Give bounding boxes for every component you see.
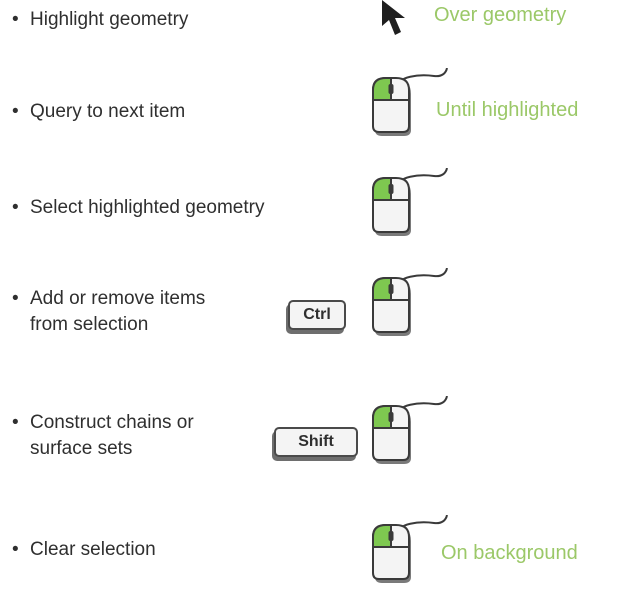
bullet: • [12, 539, 19, 560]
instruction-select-highlighted: • Select highlighted geometry [12, 195, 264, 221]
mouse-left-click-icon [372, 268, 448, 336]
instruction-label: Clear selection [30, 539, 156, 560]
instruction-construct-chains: • Construct chains or surface sets [12, 410, 194, 462]
instruction-label: Select highlighted geometry [30, 197, 265, 218]
instruction-clear-selection: • Clear selection [12, 537, 156, 563]
note-until-highlighted: Until highlighted [436, 99, 579, 121]
ctrl-key: Ctrl [288, 300, 346, 330]
instruction-label-line: from selection [30, 314, 149, 335]
bullet: • [12, 412, 19, 433]
mouse-left-click-icon [372, 515, 448, 583]
note-over-geometry: Over geometry [434, 4, 567, 26]
instruction-label: Construct chains or surface sets [30, 410, 194, 462]
instruction-label: Highlight geometry [30, 9, 189, 30]
mouse-left-click-icon [372, 396, 448, 464]
instruction-add-remove-items: • Add or remove items from selection [12, 286, 205, 338]
shift-key: Shift [274, 427, 358, 457]
instruction-label: Add or remove items from selection [30, 286, 205, 338]
bullet: • [12, 101, 19, 122]
mouse-left-click-icon [372, 168, 448, 236]
cursor-arrow-icon [382, 0, 405, 35]
bullet: • [12, 197, 19, 218]
instruction-label-line: Construct chains or [30, 412, 194, 433]
instruction-label-line: Add or remove items [30, 288, 206, 309]
bullet: • [12, 288, 19, 309]
instruction-label-line: surface sets [30, 438, 133, 459]
note-on-background: On background [441, 542, 578, 564]
instruction-label: Query to next item [30, 101, 186, 122]
instruction-query-next-item: • Query to next item [12, 99, 185, 125]
instruction-highlight-geometry: • Highlight geometry [12, 7, 188, 33]
bullet: • [12, 9, 19, 30]
